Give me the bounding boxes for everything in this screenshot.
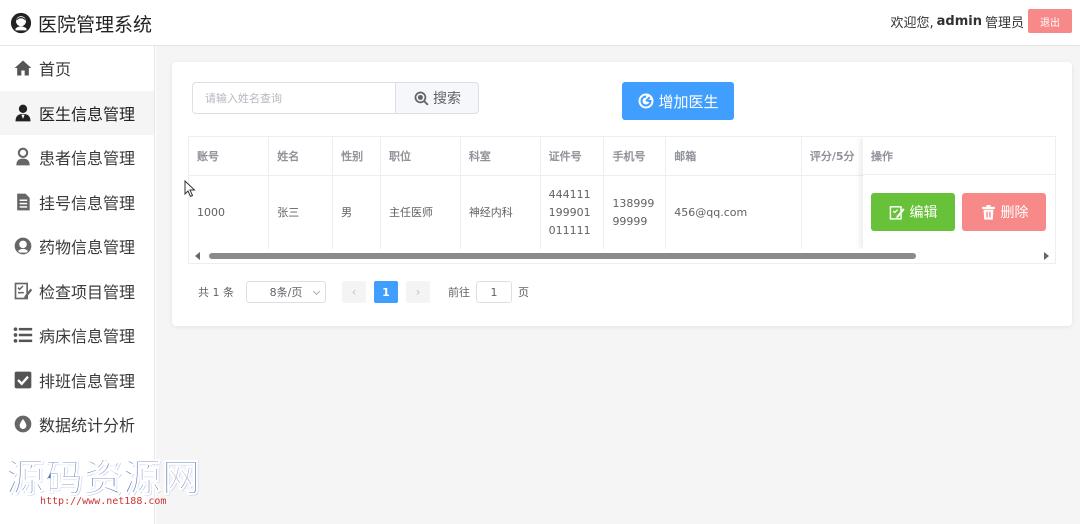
sidebar-item-label: 医生信息管理 xyxy=(39,104,136,124)
search-button-label: 搜索 xyxy=(433,91,461,107)
sidebar-menu: 首页 医生信息管理 患者信息管理 挂号信息管理 药物信息管理 检查项目管理 病床… xyxy=(0,46,155,524)
mouse-cursor-icon xyxy=(184,180,196,198)
watermark: 源码资源网 http://www.net188.com xyxy=(5,456,202,508)
sidebar-item-home[interactable]: 首页 xyxy=(0,46,154,91)
cell-gender: 男 xyxy=(332,175,382,252)
cell-title: 主任医师 xyxy=(380,175,461,252)
add-doctor-label: 增加医生 xyxy=(658,92,719,111)
doctor-avatar-icon xyxy=(10,12,32,34)
sidebar-item-label: 病床信息管理 xyxy=(39,327,136,347)
cell-email: 456@qq.com xyxy=(665,175,802,252)
doctor-list-card: 搜索 增加医生 账号 姓名 性别 职位 科室 证件号 xyxy=(172,62,1072,326)
column-header-gender: 性别 xyxy=(332,137,382,176)
edit-button-label: 编辑 xyxy=(909,205,938,221)
cell-phone: 13899999999 xyxy=(603,175,667,252)
brand: 医院管理系统 xyxy=(10,9,152,37)
page-number-current[interactable]: 1 xyxy=(374,281,398,303)
doctor-icon xyxy=(12,102,34,124)
sidebar-item-label: 药物信息管理 xyxy=(39,238,136,258)
next-page-button[interactable]: › xyxy=(406,281,430,303)
sidebar-item-label: 挂号信息管理 xyxy=(39,193,136,213)
checklist-edit-icon xyxy=(12,280,34,302)
edit-icon xyxy=(889,205,905,220)
goto-prefix: 前往 xyxy=(448,286,470,299)
user-box: 欢迎您, admin 管理员 退出 xyxy=(890,9,1072,33)
column-header-title: 职位 xyxy=(380,137,461,176)
page-size-value: 8条/页 xyxy=(269,286,303,299)
sidebar-item-medicine[interactable]: 药物信息管理 xyxy=(0,224,154,269)
sidebar-item-label: 排班信息管理 xyxy=(39,371,136,391)
top-header: 医院管理系统 欢迎您, admin 管理员 退出 xyxy=(0,0,1080,46)
cell-name: 张三 xyxy=(268,175,334,252)
sidebar-item-label: 数据统计分析 xyxy=(39,416,136,436)
delete-button-label: 删除 xyxy=(1000,205,1029,221)
sidebar-item-patient[interactable]: 患者信息管理 xyxy=(0,135,154,180)
checkbox-icon xyxy=(12,369,34,391)
sidebar-item-label: 首页 xyxy=(39,60,72,80)
pagination: 共 1 条 8条/页 ‹ 1 › 前往 页 xyxy=(198,280,529,304)
horizontal-scrollbar[interactable] xyxy=(189,249,1055,263)
cell-account: 1000 xyxy=(189,175,270,252)
sidebar-item-doctor[interactable]: 医生信息管理 xyxy=(0,90,154,135)
column-header-id-number: 证件号 xyxy=(540,137,605,176)
cell-id-number: 444111199901011111 xyxy=(540,175,605,252)
watermark-title: 源码资源网 xyxy=(5,456,202,501)
column-header-account: 账号 xyxy=(189,137,270,176)
page-size-select[interactable]: 8条/页 xyxy=(246,281,326,303)
search-button[interactable]: 搜索 xyxy=(395,82,479,114)
column-header-email: 邮箱 xyxy=(665,137,802,176)
goto-page-input[interactable] xyxy=(476,281,512,303)
sidebar-item-label: 患者信息管理 xyxy=(39,149,136,169)
scroll-right-icon[interactable] xyxy=(1044,252,1049,260)
pagination-total: 共 1 条 xyxy=(198,286,234,299)
add-circle-icon xyxy=(638,93,654,109)
chevron-down-icon xyxy=(312,287,321,296)
column-header-phone: 手机号 xyxy=(603,137,667,176)
user-role: 管理员 xyxy=(984,15,1024,31)
doctor-table: 账号 姓名 性别 职位 科室 证件号 手机号 邮箱 评分/5分 1000 张三 xyxy=(188,136,1056,264)
document-icon xyxy=(12,191,34,213)
search-input[interactable] xyxy=(192,82,396,114)
sidebar-item-bed[interactable]: 病床信息管理 xyxy=(0,313,154,358)
medicine-icon xyxy=(12,235,34,257)
main-content: 搜索 增加医生 账号 姓名 性别 职位 科室 证件号 xyxy=(156,46,1080,524)
delete-button[interactable]: 删除 xyxy=(962,193,1046,231)
add-doctor-button[interactable]: 增加医生 xyxy=(622,82,734,120)
column-header-department: 科室 xyxy=(460,137,541,176)
home-icon xyxy=(12,57,34,79)
chevron-left-icon: ‹ xyxy=(351,285,357,299)
chevron-right-icon: › xyxy=(415,285,421,299)
column-header-actions: 操作 xyxy=(863,137,1055,175)
sidebar-item-label: 检查项目管理 xyxy=(39,282,136,302)
prev-page-button[interactable]: ‹ xyxy=(342,281,366,303)
trash-icon xyxy=(981,204,995,220)
search-icon xyxy=(414,91,429,106)
goto-suffix: 页 xyxy=(518,286,529,299)
scroll-left-icon[interactable] xyxy=(195,252,200,260)
drop-icon xyxy=(12,413,34,435)
logout-button[interactable]: 退出 xyxy=(1028,9,1072,33)
patient-icon xyxy=(12,146,34,168)
username: admin xyxy=(936,13,982,29)
cell-department: 神经内科 xyxy=(460,175,541,252)
scroll-thumb[interactable] xyxy=(209,253,916,259)
sidebar-item-schedule[interactable]: 排班信息管理 xyxy=(0,358,154,403)
welcome-text: 欢迎您, xyxy=(890,15,934,31)
column-header-name: 姓名 xyxy=(268,137,334,176)
edit-button[interactable]: 编辑 xyxy=(871,193,955,231)
sidebar-item-registration[interactable]: 挂号信息管理 xyxy=(0,180,154,225)
app-title: 医院管理系统 xyxy=(38,13,153,36)
action-cell: 编辑 删除 xyxy=(863,175,1055,249)
sidebar-item-statistics[interactable]: 数据统计分析 xyxy=(0,402,154,447)
fixed-action-column: 操作 编辑 删除 xyxy=(863,137,1055,249)
list-icon xyxy=(12,324,34,346)
sidebar-item-exam[interactable]: 检查项目管理 xyxy=(0,269,154,314)
